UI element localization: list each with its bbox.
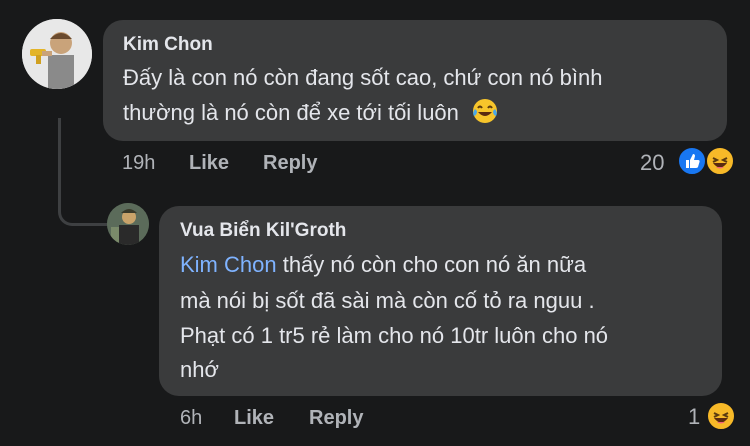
comment-text-line-1: Đấy là con nó còn đang sốt cao, chứ con … [123,65,603,90]
comment-text-line-2: thường là nó còn để xe tới tối luôn [123,97,499,129]
reply-text-line-1: Kim Chon thấy nó còn cho con nó ăn nữa [180,249,586,281]
reply-timestamp[interactable]: 6h [180,407,202,430]
reply-reaction-count[interactable]: 1 [688,404,700,430]
reply-text-line-1-content: thấy nó còn cho con nó ăn nữa [276,252,587,277]
vua-bien-avatar[interactable] [107,203,149,245]
haha-reaction-icon[interactable] [706,401,736,431]
thread-line [58,118,112,226]
comment-reply-button[interactable]: Reply [263,152,317,175]
reply-reply-button[interactable]: Reply [309,407,363,430]
reply-text-line-4: nhớ [180,357,219,382]
comment-text-line-2-content: thường là nó còn để xe tới tối luôn [123,100,459,125]
comment-like-button[interactable]: Like [189,152,229,175]
kim-chon-avatar[interactable] [22,19,92,89]
reply-author-name[interactable]: Vua Biển Kil'Groth [180,220,346,242]
reply-like-button[interactable]: Like [234,407,274,430]
reply-text-line-3: Phạt có 1 tr5 rẻ làm cho nó 10tr luôn ch… [180,323,609,348]
reply-mention-link[interactable]: Kim Chon [180,252,277,277]
comment-author-name[interactable]: Kim Chon [123,34,213,56]
like-reaction-icon[interactable] [677,146,707,176]
comment-timestamp[interactable]: 19h [122,152,155,175]
laughing-tears-emoji-icon [471,97,499,125]
comment-reaction-count[interactable]: 20 [640,150,664,176]
reply-text-line-2: mà nói bị sốt đã sài mà còn cố tỏ ra ngu… [180,288,595,313]
haha-reaction-icon[interactable] [705,146,735,176]
